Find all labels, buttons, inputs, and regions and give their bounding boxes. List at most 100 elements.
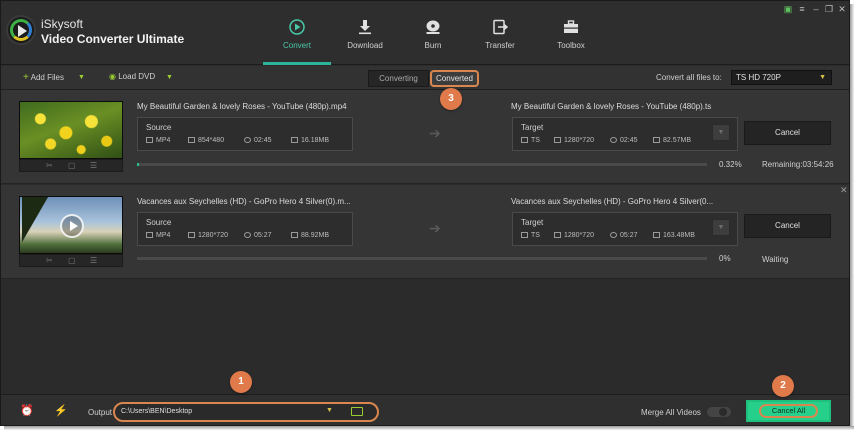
folder-icon <box>291 137 298 143</box>
target-label: Target <box>521 123 544 132</box>
merge-all-toggle[interactable] <box>707 407 731 417</box>
trim-icon[interactable]: ✂ <box>46 161 53 170</box>
crop-icon[interactable]: ▢ <box>68 161 76 170</box>
tab-transfer[interactable]: Transfer <box>466 1 534 65</box>
load-dvd-label: Load DVD <box>118 72 156 81</box>
target-filename: Vacances aux Seychelles (HD) - GoPro Her… <box>511 197 714 206</box>
tab-burn-label: Burn <box>424 41 442 50</box>
window-shadow <box>4 426 854 430</box>
video-thumbnail[interactable] <box>19 101 123 159</box>
tab-burn[interactable]: Burn <box>399 1 467 65</box>
task-status: Waiting <box>762 255 789 264</box>
progress-percent: 0.32% <box>719 160 742 169</box>
transfer-icon <box>492 19 509 35</box>
convert-all-label: Convert all files to: <box>656 73 722 82</box>
format-icon <box>521 232 528 238</box>
target-filename: My Beautiful Garden & lovely Roses - You… <box>511 102 712 111</box>
source-info-box: Source MP4 1280*720 05:27 88.92MB <box>137 212 353 246</box>
merge-all-label: Merge All Videos <box>641 408 701 417</box>
restore-icon[interactable]: ❐ <box>824 4 834 15</box>
remaining-time: Remaining:03:54:26 <box>762 160 834 169</box>
progress-bar <box>137 163 707 166</box>
target-info-box: Target TS 1280*720 02:45 82.57MB <box>512 117 738 151</box>
source-resolution: 1280*720 <box>188 232 228 239</box>
chevron-down-icon: ▼ <box>166 74 173 81</box>
tab-toolbox-label: Toolbox <box>557 41 585 50</box>
progress-bar <box>137 257 707 260</box>
toolbox-icon <box>563 19 579 35</box>
tab-convert-label: Convert <box>282 41 311 50</box>
source-label: Source <box>146 218 172 227</box>
source-format: MP4 <box>146 137 170 144</box>
clock-icon <box>610 232 617 238</box>
source-duration: 02:45 <box>244 137 272 144</box>
progress-percent: 0% <box>719 254 731 263</box>
window-shadow <box>850 4 854 428</box>
download-icon <box>357 19 373 35</box>
toolbar: + Add Files ▼ ◉ Load DVD ▼ Converting Co… <box>1 66 849 90</box>
arrow-right-icon: ➔ <box>429 220 441 236</box>
play-icon[interactable] <box>60 214 84 238</box>
clock-icon <box>244 232 251 238</box>
minimize-icon[interactable]: – <box>811 4 821 14</box>
add-files-button[interactable]: + Add Files <box>23 72 64 83</box>
target-label: Target <box>521 218 544 227</box>
chevron-down-icon[interactable]: ▼ <box>326 407 333 414</box>
add-files-dropdown[interactable]: ▼ <box>78 72 85 81</box>
source-format: MP4 <box>146 232 170 239</box>
menu-icon[interactable]: ≡ <box>797 4 807 14</box>
convert-play-icon <box>289 19 305 35</box>
source-size: 88.92MB <box>291 232 329 239</box>
schedule-alarm-icon[interactable]: ⏰ <box>20 404 34 417</box>
tab-download[interactable]: Download <box>331 1 399 65</box>
tab-converting[interactable]: Converting <box>368 70 429 87</box>
callout-badge-3: 3 <box>440 88 462 110</box>
brand-name: iSkysoft <box>41 17 84 31</box>
resolution-icon <box>554 232 561 238</box>
output-path-field[interactable]: C:\Users\BEN\Desktop ▼ <box>113 402 379 422</box>
effects-icon[interactable]: ☰ <box>90 256 97 265</box>
clock-icon <box>244 137 251 143</box>
tab-converted[interactable]: Converted <box>430 70 479 87</box>
task-row: ✕ ✂ ▢ ☰ Vacances aux Seychelles (HD) - G… <box>1 185 849 279</box>
progress-fill <box>137 163 139 166</box>
chevron-down-icon: ▼ <box>717 224 725 231</box>
open-folder-icon[interactable] <box>351 407 363 416</box>
target-info-box: Target TS 1280*720 05:27 163.48MB <box>512 212 738 246</box>
tab-download-label: Download <box>347 41 383 50</box>
cancel-all-button[interactable]: Cancel All <box>746 400 831 422</box>
tab-convert[interactable]: Convert <box>263 1 331 65</box>
tab-toolbox[interactable]: Toolbox <box>537 1 605 65</box>
callout-badge-2: 2 <box>772 375 794 397</box>
output-label: Output <box>88 408 113 417</box>
source-filename: Vacances aux Seychelles (HD) - GoPro Her… <box>137 197 351 206</box>
high-speed-lightning-icon[interactable]: ⚡ <box>54 404 68 417</box>
target-duration: 05:27 <box>610 232 638 239</box>
target-resolution: 1280*720 <box>554 137 594 144</box>
gift-icon[interactable]: ▣ <box>783 4 793 15</box>
effects-icon[interactable]: ☰ <box>90 161 97 170</box>
chevron-down-icon: ▼ <box>78 74 85 81</box>
cancel-button[interactable]: Cancel <box>744 121 831 145</box>
palm-tree-image <box>22 197 62 253</box>
target-settings-button[interactable]: ▼ <box>712 124 730 141</box>
add-files-label: Add Files <box>30 73 64 82</box>
trim-icon[interactable]: ✂ <box>46 256 53 265</box>
output-format-select[interactable]: TS HD 720P ▼ <box>731 70 832 85</box>
video-thumbnail[interactable] <box>19 196 123 254</box>
source-info-box: Source MP4 854*480 02:45 16.18MB <box>137 117 353 151</box>
chevron-down-icon: ▼ <box>819 74 826 81</box>
load-dvd-dropdown[interactable]: ▼ <box>166 72 173 81</box>
close-icon[interactable]: ✕ <box>837 4 847 15</box>
source-resolution: 854*480 <box>188 137 224 144</box>
remove-task-icon[interactable]: ✕ <box>840 185 848 196</box>
cancel-all-label: Cancel All <box>759 404 818 418</box>
target-resolution: 1280*720 <box>554 232 594 239</box>
arrow-right-icon: ➔ <box>429 125 441 141</box>
task-row: ✂ ▢ ☰ My Beautiful Garden & lovely Roses… <box>1 90 849 184</box>
load-dvd-button[interactable]: ◉ Load DVD <box>109 72 155 81</box>
crop-icon[interactable]: ▢ <box>68 256 76 265</box>
target-settings-button[interactable]: ▼ <box>712 219 730 236</box>
cancel-button[interactable]: Cancel <box>744 214 831 238</box>
resolution-icon <box>188 137 195 143</box>
